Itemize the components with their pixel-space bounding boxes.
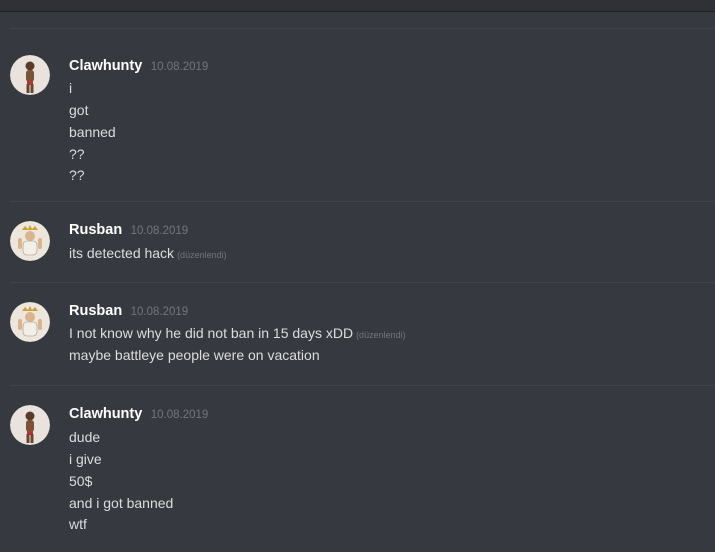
message-text: i	[69, 80, 73, 96]
message-group: Clawhunty 10.08.2019 i got banned ?? ??	[10, 28, 715, 201]
message-group: Rusban 10.08.2019 I not know why he did …	[10, 282, 715, 385]
message-text: its detected hack	[69, 245, 175, 261]
message-line: dude	[69, 427, 100, 447]
message-text: i give	[69, 451, 102, 467]
edited-label: (düzenlendi)	[177, 250, 227, 260]
message-text: and i got banned	[69, 495, 174, 511]
message-text: maybe battleye people were on vacation	[69, 347, 320, 363]
message-text: wtf	[69, 516, 87, 532]
message-timestamp: 10.08.2019	[130, 306, 189, 318]
message-line: got	[69, 100, 88, 120]
message-author[interactable]: Rusban	[69, 222, 122, 238]
message-text: got	[69, 102, 89, 118]
message-author[interactable]: Rusban	[69, 303, 122, 319]
message-line: 50$	[69, 471, 92, 491]
message-line: wtf	[69, 514, 87, 534]
message-line: maybe battleye people were on vacation	[69, 345, 320, 365]
message-text: 50$	[69, 473, 93, 489]
message-line: and i got banned	[69, 493, 173, 513]
avatar-clawhunty-icon[interactable]	[10, 405, 50, 445]
message-line: banned	[69, 122, 116, 142]
message-line: I not know why he did not ban in 15 days…	[69, 323, 406, 343]
message-text: banned	[69, 124, 116, 140]
message-author[interactable]: Clawhunty	[69, 406, 142, 422]
message-line: i	[69, 78, 72, 98]
message-text: ??	[69, 146, 85, 162]
message-group: Rusban 10.08.2019 its detected hack (düze…	[10, 201, 715, 282]
message-group: Clawhunty 10.08.2019 dude i give 50$ and…	[10, 385, 715, 551]
avatar-rusban-icon[interactable]	[10, 302, 50, 342]
message-line: i give	[69, 449, 102, 469]
message-line: ??	[69, 144, 85, 164]
message-line: ??	[69, 165, 85, 185]
message-list: Clawhunty 10.08.2019 i got banned ?? ?? …	[0, 28, 715, 551]
edited-label: (düzenlendi)	[356, 330, 406, 340]
message-text: ??	[69, 167, 85, 183]
avatar-rusban-icon[interactable]	[10, 221, 50, 261]
channel-header-bar	[0, 0, 715, 12]
message-timestamp: 10.08.2019	[150, 409, 209, 421]
message-timestamp: 10.08.2019	[130, 225, 189, 237]
message-author[interactable]: Clawhunty	[69, 58, 142, 74]
message-text: I not know why he did not ban in 15 days…	[69, 325, 354, 341]
avatar-clawhunty-icon[interactable]	[10, 55, 50, 95]
message-timestamp: 10.08.2019	[150, 61, 209, 73]
message-line: its detected hack (düzenlendi)	[69, 243, 227, 263]
message-text: dude	[69, 429, 101, 445]
